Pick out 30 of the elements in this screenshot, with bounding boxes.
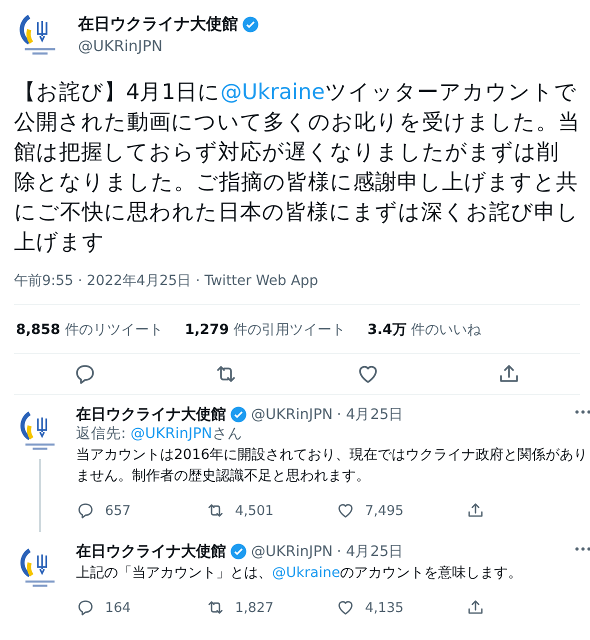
tweet-date[interactable]: · 4月25日 bbox=[336, 542, 404, 561]
account-name[interactable]: 在日ウクライナ大使館 bbox=[76, 405, 226, 424]
tweet-text: 上記の「当アカウント」とは、@Ukraineのアカウントを意味します。 bbox=[76, 564, 524, 583]
tweet-text: 【お詫び】4月1日に@Ukraineツイッターアカウントで公開された動画について多くのお叱りを受けました。当館は把握しておらず対応が遅くなりましたがまずは削除となりました。ご指摘の皆様に感謝申し上げますと共にご不快に思われた日本の皆様にまずは深くお詫び申し上げます bbox=[14, 79, 580, 257]
action-count: 4,501 bbox=[235, 502, 274, 518]
reply-to-line: 返信先: @UKRinJPN さん bbox=[76, 425, 244, 443]
share-icon[interactable] bbox=[466, 501, 485, 520]
more-icon[interactable] bbox=[574, 546, 590, 552]
action-count: 164 bbox=[105, 600, 131, 616]
more-icon[interactable] bbox=[574, 409, 590, 415]
tweet-timestamp: 午前9:55 · 2022年4月25日 · Twitter Web App bbox=[14, 272, 320, 290]
account-handle[interactable]: @UKRinJPN bbox=[251, 406, 333, 422]
account-handle[interactable]: @UKRinJPN bbox=[251, 544, 333, 560]
account-handle[interactable]: @UKRinJPN bbox=[78, 36, 259, 54]
tweet-date[interactable]: · 4月25日 bbox=[336, 405, 404, 424]
tweet-text: 当アカウントは2016年に開設されており、現在ではウクライナ政府と関係がありません。制作者の歴史認識不足と思われます。 bbox=[76, 446, 589, 486]
tweet-stat[interactable]: 8,858 件のリツイート bbox=[16, 321, 163, 339]
action-count: 657 bbox=[105, 502, 131, 518]
account-name[interactable]: 在日ウクライナ大使館 bbox=[78, 14, 238, 34]
reply-icon[interactable] bbox=[76, 501, 95, 520]
action-count: 4,135 bbox=[365, 600, 404, 616]
reply-icon[interactable] bbox=[76, 598, 95, 617]
action-count: 7,495 bbox=[365, 502, 404, 518]
heart-icon[interactable] bbox=[336, 501, 355, 520]
action-count: 1,827 bbox=[235, 600, 274, 616]
heart-icon[interactable] bbox=[336, 598, 355, 617]
share-icon[interactable] bbox=[466, 598, 485, 617]
tweet-stat[interactable]: 1,279 件の引用ツイート bbox=[184, 321, 346, 339]
tweet-stat[interactable]: 3.4万 件のいいね bbox=[368, 321, 481, 339]
account-name[interactable]: 在日ウクライナ大使館 bbox=[76, 542, 226, 561]
